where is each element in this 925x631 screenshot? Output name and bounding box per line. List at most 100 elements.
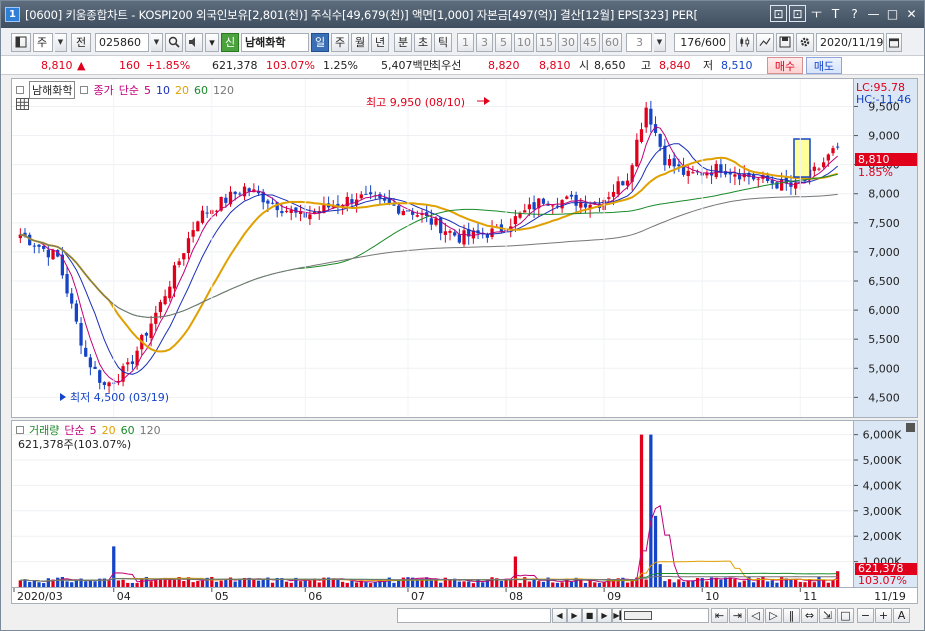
expand-icon[interactable]: ⇲ (819, 608, 836, 623)
candle-icon[interactable] (736, 32, 754, 52)
zoom-slider[interactable] (621, 608, 709, 623)
price-chart-panel[interactable]: 남해화학 종가 단순 5 10 20 60 120 최고 9,950 (08/1… (11, 78, 854, 418)
volume-bar (681, 581, 686, 587)
save-icon[interactable] (776, 32, 794, 52)
interval-45[interactable]: 45 (580, 32, 600, 52)
candle-body (513, 216, 518, 225)
legend-vma5: 5 (89, 423, 97, 437)
tab-second[interactable]: 초 (414, 32, 432, 52)
volume-chart-panel[interactable]: 거래량 단순 5 20 60 120 621,378주(103.07%) (11, 420, 854, 588)
date-field[interactable]: 2020/11/19 (816, 32, 884, 52)
legend-checkbox[interactable] (16, 86, 24, 94)
collapse-icon[interactable]: ‖ (783, 608, 800, 623)
buy-button[interactable]: 매수 (767, 57, 803, 74)
zoom-reset-icon[interactable]: ⇥ (729, 608, 746, 623)
zoom-out-icon[interactable]: ⇤ (711, 608, 728, 623)
legend-checkbox[interactable] (80, 86, 89, 94)
credit-badge[interactable]: 신 (221, 32, 239, 52)
volume-bar (298, 581, 303, 587)
layout-icon[interactable] (11, 32, 31, 52)
candle-body (308, 214, 312, 220)
date-axis: 2020/03 04 05 06 07 08 09 10 11 11/19 (11, 588, 918, 604)
interval-1[interactable]: 1 (457, 32, 474, 52)
volume-chart[interactable] (12, 421, 853, 587)
panel-collapse-icon[interactable] (906, 423, 915, 432)
gear-icon[interactable] (796, 32, 814, 52)
tab-tick[interactable]: 틱 (434, 32, 452, 52)
volume-bar (84, 581, 88, 587)
price-chart[interactable] (12, 79, 853, 417)
fit-icon[interactable]: ⇔ (801, 608, 818, 623)
stop-icon[interactable]: ■ (582, 608, 597, 623)
candle-body (691, 172, 695, 174)
prev-button[interactable]: 전 (71, 32, 91, 52)
copy-icon[interactable]: ⊡ (789, 5, 806, 22)
candle-body (46, 249, 50, 258)
tab-year[interactable]: 년 (371, 32, 389, 52)
horizontal-scrollbar[interactable] (397, 608, 551, 623)
stock-tag: 남해화학 (29, 81, 76, 99)
close-button[interactable]: ✕ (903, 5, 920, 22)
chevron-down-icon[interactable]: ▼ (151, 32, 163, 52)
tab-minute[interactable]: 분 (394, 32, 412, 52)
volume-bar (116, 580, 121, 587)
play-right-icon[interactable]: ▶ (597, 608, 612, 623)
volume-bar (663, 581, 667, 587)
help-icon[interactable]: ? (846, 5, 863, 22)
interval-select[interactable]: 3 (626, 32, 652, 52)
candle-body (667, 159, 672, 166)
play-left-icon[interactable]: ◀ (552, 608, 567, 623)
volume-bar (135, 583, 139, 587)
chevron-down-icon[interactable]: ▼ (654, 32, 666, 52)
candle-body (238, 193, 242, 195)
tab-day[interactable]: 일 (311, 32, 329, 52)
candle-body (532, 202, 536, 210)
pin-icon[interactable]: ㅜ (808, 5, 825, 22)
fullscreen-icon[interactable]: □ (837, 608, 854, 623)
legend-ma60: 60 (193, 83, 208, 97)
calendar-icon[interactable] (886, 32, 902, 52)
candle-body (359, 194, 363, 199)
interval-5[interactable]: 5 (495, 32, 512, 52)
interval-10[interactable]: 10 (514, 32, 534, 52)
ma120-line (20, 193, 838, 319)
scroll-left-icon[interactable]: ◁ (747, 608, 764, 623)
interval-3[interactable]: 3 (476, 32, 493, 52)
chevron-down-icon[interactable]: ▼ (55, 32, 67, 52)
caret-down-icon[interactable]: ▾ (205, 32, 219, 52)
tab-month[interactable]: 월 (351, 32, 369, 52)
candle-body (625, 180, 630, 186)
play-icon[interactable]: ▶ (567, 608, 582, 623)
legend-checkbox[interactable] (16, 426, 24, 434)
crosshair-icon[interactable] (756, 32, 774, 52)
interval-30[interactable]: 30 (558, 32, 578, 52)
search-icon[interactable] (165, 32, 183, 52)
zoom-in-plus-icon[interactable]: + (875, 608, 892, 623)
stock-code-input[interactable]: 025860 (95, 32, 149, 52)
interval-60[interactable]: 60 (602, 32, 622, 52)
volume-bar (210, 576, 214, 587)
maximize-button[interactable]: □ (884, 5, 901, 22)
window-number[interactable]: 1 (5, 7, 20, 22)
zoom-thumb[interactable] (624, 611, 652, 620)
volume-bar (560, 582, 564, 587)
volume-bar (70, 582, 74, 587)
font-icon[interactable]: T (827, 5, 844, 22)
sound-icon[interactable] (185, 32, 203, 52)
count-field[interactable]: 176/600 (674, 32, 730, 52)
candle-body (672, 158, 676, 167)
scroll-right-icon[interactable]: ▷ (765, 608, 782, 623)
grid-icon[interactable] (16, 98, 29, 110)
minimize-button[interactable]: — (865, 5, 882, 22)
price-tick-label: 9,000 (868, 130, 900, 143)
text-tool-icon[interactable]: A (893, 608, 910, 623)
zoom-in-minus-icon[interactable]: − (857, 608, 874, 623)
link-icon[interactable]: ⊡ (770, 5, 787, 22)
volume-bar (597, 582, 602, 587)
tab-week[interactable]: 주 (331, 32, 349, 52)
volume-bar (761, 576, 765, 587)
sell-button[interactable]: 매도 (806, 57, 842, 74)
volume-bar (509, 579, 513, 587)
market-select[interactable]: 주 (33, 32, 53, 52)
interval-15[interactable]: 15 (536, 32, 556, 52)
